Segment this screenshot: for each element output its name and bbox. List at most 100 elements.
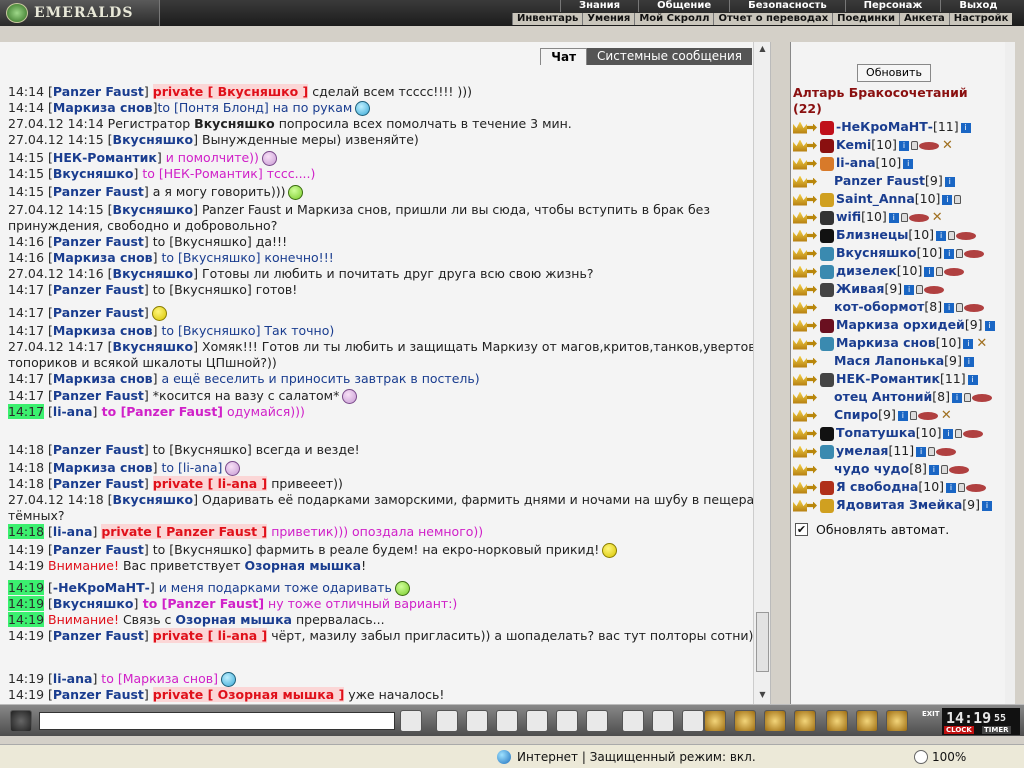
user-name[interactable]: Спиро [834,407,878,422]
private-arrow-icon[interactable] [807,141,817,150]
user-name[interactable]: кот-обормот [834,299,924,314]
chat-nick[interactable]: Panzer Faust [53,442,144,457]
user-name[interactable]: Маркиза снов [836,335,936,350]
user-name[interactable]: Маркиза орхидей [836,317,965,332]
chat-nick[interactable]: Маркиза снов [53,100,153,115]
chat-nick[interactable]: Panzer Faust [53,388,144,403]
user-info-icon[interactable]: i [936,230,947,241]
guard-icon[interactable] [826,710,848,732]
user-list-item[interactable]: li-ana[10] i [793,154,1015,172]
message-input[interactable] [39,712,395,730]
private-arrow-icon[interactable] [807,393,817,402]
private-arrow-icon[interactable] [807,159,817,168]
user-list-item[interactable]: кот-обормот[8] i [793,298,1015,316]
user-name[interactable]: Вкусняшко [836,245,917,260]
scroll-up-icon[interactable]: ▲ [756,42,769,56]
clan-emblem-icon[interactable] [820,444,834,459]
user-info-icon[interactable]: i [944,302,955,313]
mute-icon[interactable] [682,710,704,732]
user-name[interactable]: wifi [836,209,861,224]
scroll-down-icon[interactable]: ▼ [756,688,769,702]
user-name[interactable]: -НеКроМаНТ- [836,119,933,134]
user-name[interactable]: Panzer Faust [834,173,925,188]
clan-emblem-icon[interactable] [820,264,834,279]
user-name[interactable]: Saint_Anna [836,191,915,206]
user-info-icon[interactable]: i [916,446,927,457]
user-name[interactable]: Топатушка [836,425,916,440]
chat-nick[interactable]: li-ana [53,524,93,539]
user-info-icon[interactable]: i [897,410,908,421]
chat-nick[interactable]: Вкусняшко [53,596,134,611]
submenu-fights[interactable]: Поединки [832,13,899,25]
private-arrow-icon[interactable] [807,231,817,240]
private-arrow-icon[interactable] [807,411,817,420]
chat-nick[interactable]: Вкусняшко [113,339,194,354]
chat-nick[interactable]: Panzer Faust [53,234,144,249]
private-arrow-icon[interactable] [807,177,817,186]
clan-emblem-icon[interactable] [820,282,834,297]
eraser-icon[interactable] [436,710,458,732]
helmet-icon[interactable] [652,710,674,732]
exit-label[interactable]: EXIT [922,710,940,718]
clan-emblem-icon[interactable] [820,228,834,243]
user-name[interactable]: Ядовитая Змейка [836,497,962,512]
user-list-item[interactable]: чудо чудо[8] i [793,460,1015,478]
user-list-item[interactable]: Saint_Anna[10] i [793,190,1015,208]
user-list-item[interactable]: Маркиза орхидей[9] i [793,316,1015,334]
submenu-inventory[interactable]: Инвентарь [512,13,582,25]
clan-emblem-icon[interactable] [820,138,834,153]
save-icon[interactable] [496,710,518,732]
user-list-item[interactable]: Panzer Faust[9] i [793,172,1015,190]
user-list-item[interactable]: Kemi[10] i ✕ [793,136,1015,154]
chat-nick[interactable]: Вкусняшко [113,266,194,281]
user-list-item[interactable]: Ядовитая Змейка[9] i [793,496,1015,514]
private-arrow-icon[interactable] [807,357,817,366]
user-list-item[interactable]: Маркиза снов[10] i ✕ [793,334,1015,352]
chat-nick[interactable]: Panzer Faust [53,628,144,643]
game-logo[interactable]: EMERALDS [0,0,160,26]
zoom-level[interactable]: 100% [932,750,966,764]
private-arrow-icon[interactable] [807,195,817,204]
clan-emblem-icon[interactable] [820,318,834,333]
clock-label[interactable]: CLOCK [944,726,974,734]
clan-emblem-icon[interactable] [820,192,834,207]
user-info-icon[interactable]: i [946,482,957,493]
clan-emblem-icon[interactable] [820,336,834,351]
private-arrow-icon[interactable] [807,447,817,456]
user-info-icon[interactable]: i [943,428,954,439]
tab-system-messages[interactable]: Системные сообщения [587,48,752,65]
user-name[interactable]: Kemi [836,137,871,152]
chat-nick[interactable]: Panzer Faust [53,282,144,297]
user-list-item[interactable]: умелая[11] i [793,442,1015,460]
user-list-item[interactable]: отец Антоний[8] i [793,388,1015,406]
user-info-icon[interactable]: i [904,284,915,295]
user-list-scrollbar[interactable] [1005,42,1015,704]
chat-nick[interactable]: li-ana [53,671,93,686]
timer-label[interactable]: TIMER [982,726,1011,734]
auto-refresh-checkbox[interactable]: ✔ [795,523,808,536]
chat-nick[interactable]: li-ana [53,404,93,419]
private-arrow-icon[interactable] [807,339,817,348]
private-arrow-icon[interactable] [807,285,817,294]
menu-communication[interactable]: Общение [638,0,729,12]
user-name[interactable]: li-ana [836,155,876,170]
clan-emblem-icon[interactable] [820,480,834,495]
scroll-thumb[interactable] [756,612,769,672]
character-icon[interactable] [704,710,726,732]
chat-nick[interactable]: Маркиза снов [53,323,153,338]
tab-chat[interactable]: Чат [540,48,588,65]
user-name[interactable]: НЕК-Романтик [836,371,940,386]
inventory-icon[interactable] [734,710,756,732]
people-icon[interactable] [886,710,908,732]
chat-nick[interactable]: Вкусняшко [113,132,194,147]
battle-icon[interactable] [794,710,816,732]
chat-scrollbar[interactable]: ▲ ▼ [753,42,770,704]
user-info-icon[interactable]: i [924,266,935,277]
user-list-item[interactable]: Близнецы[10] i [793,226,1015,244]
user-list-item[interactable]: Топатушка[10] i [793,424,1015,442]
user-info-icon[interactable]: i [903,158,914,169]
hand-icon[interactable] [586,710,608,732]
private-arrow-icon[interactable] [807,267,817,276]
auto-refresh[interactable]: ✔ Обновлять автомат. [795,522,949,537]
private-arrow-icon[interactable] [807,429,817,438]
